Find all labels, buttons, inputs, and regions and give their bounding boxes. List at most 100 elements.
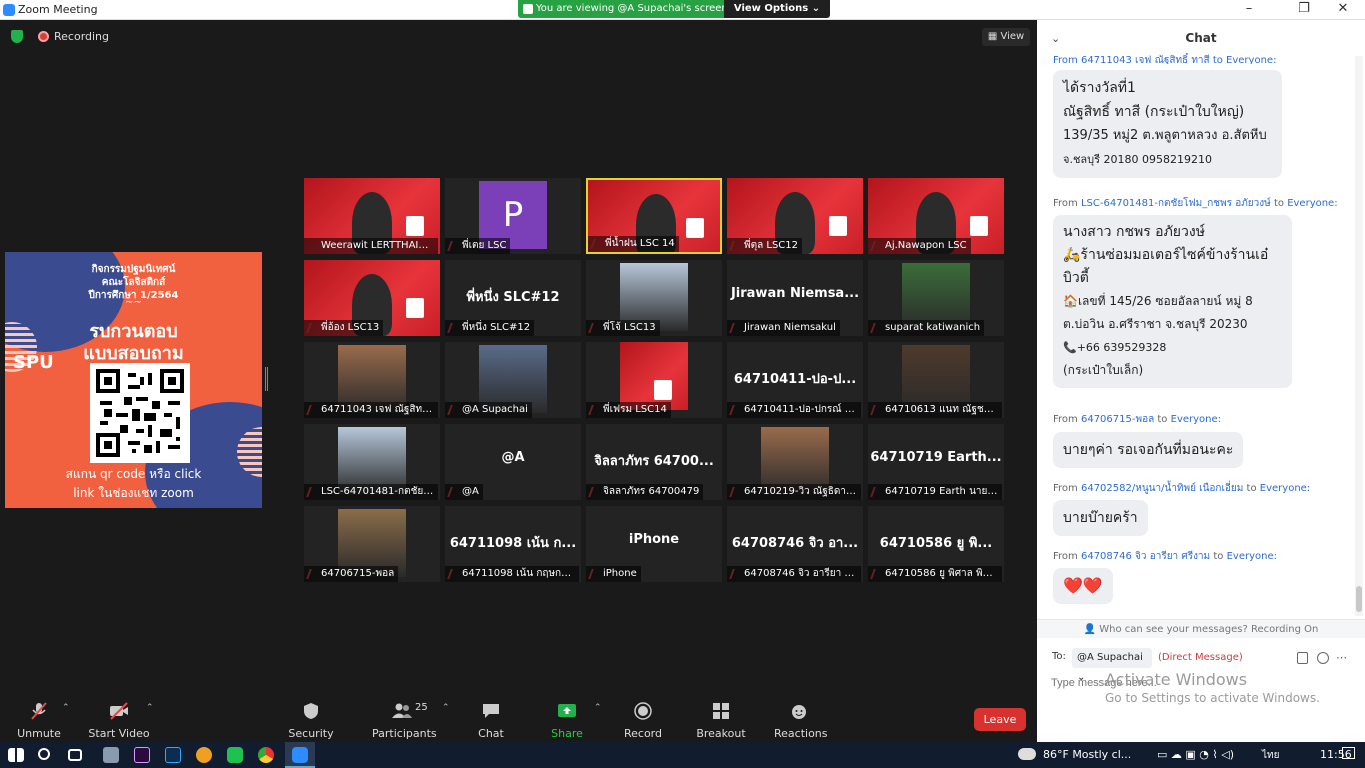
participant-name: 64711043 เจฟ ณัฐสิทธิ์... — [304, 402, 438, 418]
participant-tile[interactable]: Weerawit LERTTHAITRAK... — [304, 178, 440, 254]
sender-name[interactable]: LSC-64701481-กตชัยโฟม_กชพร อภัยวงษ์ — [1081, 198, 1271, 209]
breakout-rooms-icon — [713, 703, 729, 719]
premiere-icon[interactable] — [134, 747, 150, 763]
participant-tile[interactable]: พี่เฟรม LSC14 — [586, 342, 722, 418]
emoji-icon[interactable] — [1317, 652, 1329, 664]
activate-windows-hint: Go to Settings to activate Windows. — [1105, 691, 1320, 705]
browser-icon[interactable] — [196, 747, 212, 763]
chat-line: ได้รางวัลที่1 — [1063, 80, 1136, 96]
participant-tile[interactable]: iPhone iPhone — [586, 506, 722, 582]
participant-tile[interactable]: suparat katiwanich — [868, 260, 1004, 336]
participant-tile[interactable]: 64710586 ยู พิ... 64710586 ยู พิศาล พิมพ์… — [868, 506, 1004, 582]
system-tray-icons[interactable]: ▭ ☁ ▣ ◔ ⌇ ◁) — [1157, 748, 1234, 761]
chat-button[interactable]: Chat — [472, 697, 510, 740]
participant-name: พี่น้ำฝน LSC 14 — [588, 236, 679, 252]
view-button[interactable]: ▦ View — [982, 28, 1030, 46]
chat-line: 🛵ร้านซ่อมมอเตอร์ไซค์ข้างร้านเอ๋ — [1063, 247, 1269, 263]
zoom-icon — [292, 747, 308, 763]
participant-tile[interactable]: Aj.Nawapon LSC — [868, 178, 1004, 254]
chat-message: บายบ๊ายคร้า — [1053, 500, 1148, 536]
participant-display-name: พี่หนึ่ง SLC#12 — [466, 290, 560, 305]
windows-start-icon[interactable] — [8, 748, 24, 762]
security-label: Security — [288, 727, 334, 740]
to-word: to — [1157, 414, 1168, 425]
app-icon[interactable] — [103, 747, 119, 763]
from-prefix: From — [1053, 414, 1078, 425]
participant-tile[interactable]: 64708746 จิว อา... 64708746 จิว อารียา ศร… — [727, 506, 863, 582]
participants-options-caret[interactable]: ⌃ — [442, 703, 450, 713]
participant-display-name: จิลลาภัทร 64700... — [594, 454, 714, 469]
chat-message: ได้รางวัลที่1 ณัฐสิทธิ์ ทาสี (กระเป๋าใบใ… — [1053, 70, 1282, 178]
sender-name[interactable]: 64706715-พอล — [1081, 414, 1154, 425]
security-button[interactable]: Security — [288, 697, 334, 740]
participant-tile[interactable]: 64710219-วิว ณัฐธิดา ... — [727, 424, 863, 500]
participant-tile[interactable]: พี่หนึ่ง SLC#12 พี่หนึ่ง SLC#12 — [445, 260, 581, 336]
badge-icon — [970, 216, 988, 236]
participant-display-name: @A — [501, 450, 525, 465]
participant-tile[interactable]: 64710719 Earth... 64710719 Earth นายสุ... — [868, 424, 1004, 500]
audio-options-caret[interactable]: ⌃ — [62, 703, 70, 713]
chat-line: บิวตี้ — [1063, 270, 1089, 286]
participant-name: Jirawan Niemsakul — [727, 320, 840, 336]
file-icon[interactable] — [1297, 652, 1308, 664]
weather-widget[interactable]: 86°F Mostly cl... — [1043, 748, 1131, 761]
zoom-taskbar-item[interactable] — [285, 742, 315, 768]
more-icon[interactable]: ⋯ — [1336, 651, 1347, 664]
minimize-button[interactable]: – — [1226, 0, 1272, 20]
start-video-button[interactable]: Start Video — [86, 697, 152, 740]
share-options-caret[interactable]: ⌃ — [594, 703, 602, 713]
participant-tile[interactable]: 64710613 แนท ณัฐชา เ... — [868, 342, 1004, 418]
participant-tile[interactable]: Jirawan Niemsa... Jirawan Niemsakul — [727, 260, 863, 336]
start-video-label: Start Video — [88, 727, 150, 740]
close-button[interactable]: ✕ — [1320, 0, 1365, 20]
chat-line: 139/35 หมู่2 ต.พลูตาหลวง อ.สัตหีบ — [1063, 128, 1267, 143]
participant-tile[interactable]: 64711098 เน้น ก... 64711098 เน้น กฤษกร ศา… — [445, 506, 581, 582]
participant-tile[interactable]: LSC-64701481-กตชัยโ... — [304, 424, 440, 500]
participant-tile[interactable]: 64710411-ปอ-ป... 64710411-ปอ-ปกรณ์ ก... — [727, 342, 863, 418]
leave-button[interactable]: Leave — [974, 708, 1026, 731]
participant-tile[interactable]: พี่อ้อง LSC13 — [304, 260, 440, 336]
recipient-everyone: Everyone: — [1170, 414, 1222, 425]
view-options-button[interactable]: View Options ⌄ — [724, 0, 830, 18]
participant-tile[interactable]: พี่โจ้ LSC13 — [586, 260, 722, 336]
who-can-see-link[interactable]: 👤 Who can see your messages? Recording O… — [1037, 619, 1365, 638]
participant-count: 25 — [415, 702, 428, 713]
search-icon[interactable] — [38, 748, 50, 760]
sender-name[interactable]: 64708746 จิว อารียา ศรีงาม — [1081, 551, 1210, 562]
chat-message: บายๆค่า รอเจอกันที่มอนะคะ — [1053, 432, 1244, 468]
notification-icon[interactable] — [1342, 747, 1355, 759]
participant-tile[interactable]: 64706715-พอล — [304, 506, 440, 582]
language-indicator[interactable]: ไทย — [1262, 748, 1279, 763]
participant-tile[interactable]: พี่น้ำฝน LSC 14 — [586, 178, 722, 254]
recipient-select[interactable]: @A Supachai ⌄ — [1072, 648, 1152, 683]
sender-name[interactable]: 64702582/หนูนา/น้ำทิพย์ เนือกเอี่ยม — [1081, 483, 1243, 494]
to-word: to — [1273, 198, 1284, 209]
scrollbar-thumb[interactable] — [1356, 586, 1362, 612]
participant-tile[interactable]: @A Supachai — [445, 342, 581, 418]
qr-code-icon — [96, 369, 184, 457]
record-label: Record — [623, 727, 662, 740]
chat-scrollbar[interactable] — [1355, 56, 1363, 616]
participant-tile[interactable]: @A @A — [445, 424, 581, 500]
participant-tile[interactable]: พี่ตุล LSC12 — [727, 178, 863, 254]
participant-display-name: 64710411-ปอ-ป... — [733, 372, 857, 387]
screen-share-icon — [523, 4, 533, 14]
to-label: To: — [1052, 651, 1066, 662]
participants-icon — [392, 703, 412, 718]
participant-tile[interactable]: 64711043 เจฟ ณัฐสิทธิ์... — [304, 342, 440, 418]
weather-cloud-icon — [1018, 748, 1036, 760]
unmute-button[interactable]: Unmute — [14, 697, 64, 740]
chat-message: นางสาว กชพร อภัยวงษ์ 🛵ร้านซ่อมมอเตอร์ไซค… — [1053, 215, 1292, 388]
photoshop-icon[interactable] — [165, 747, 181, 763]
participants-button[interactable]: Participants 25 — [372, 697, 437, 740]
reactions-button[interactable]: Reactions — [774, 697, 828, 740]
participant-tile[interactable]: จิลลาภัทร 64700... จิลลาภัทร 64700479 — [586, 424, 722, 500]
participant-tile[interactable]: P พี่เตย LSC — [445, 178, 581, 254]
chrome-icon[interactable] — [258, 747, 274, 763]
task-view-icon[interactable] — [68, 749, 82, 761]
video-options-caret[interactable]: ⌃ — [146, 703, 154, 713]
line-icon[interactable] — [227, 747, 243, 763]
record-button[interactable]: Record — [622, 697, 664, 740]
security-shield-icon[interactable] — [11, 30, 23, 43]
panel-splitter-handle[interactable] — [265, 367, 268, 391]
